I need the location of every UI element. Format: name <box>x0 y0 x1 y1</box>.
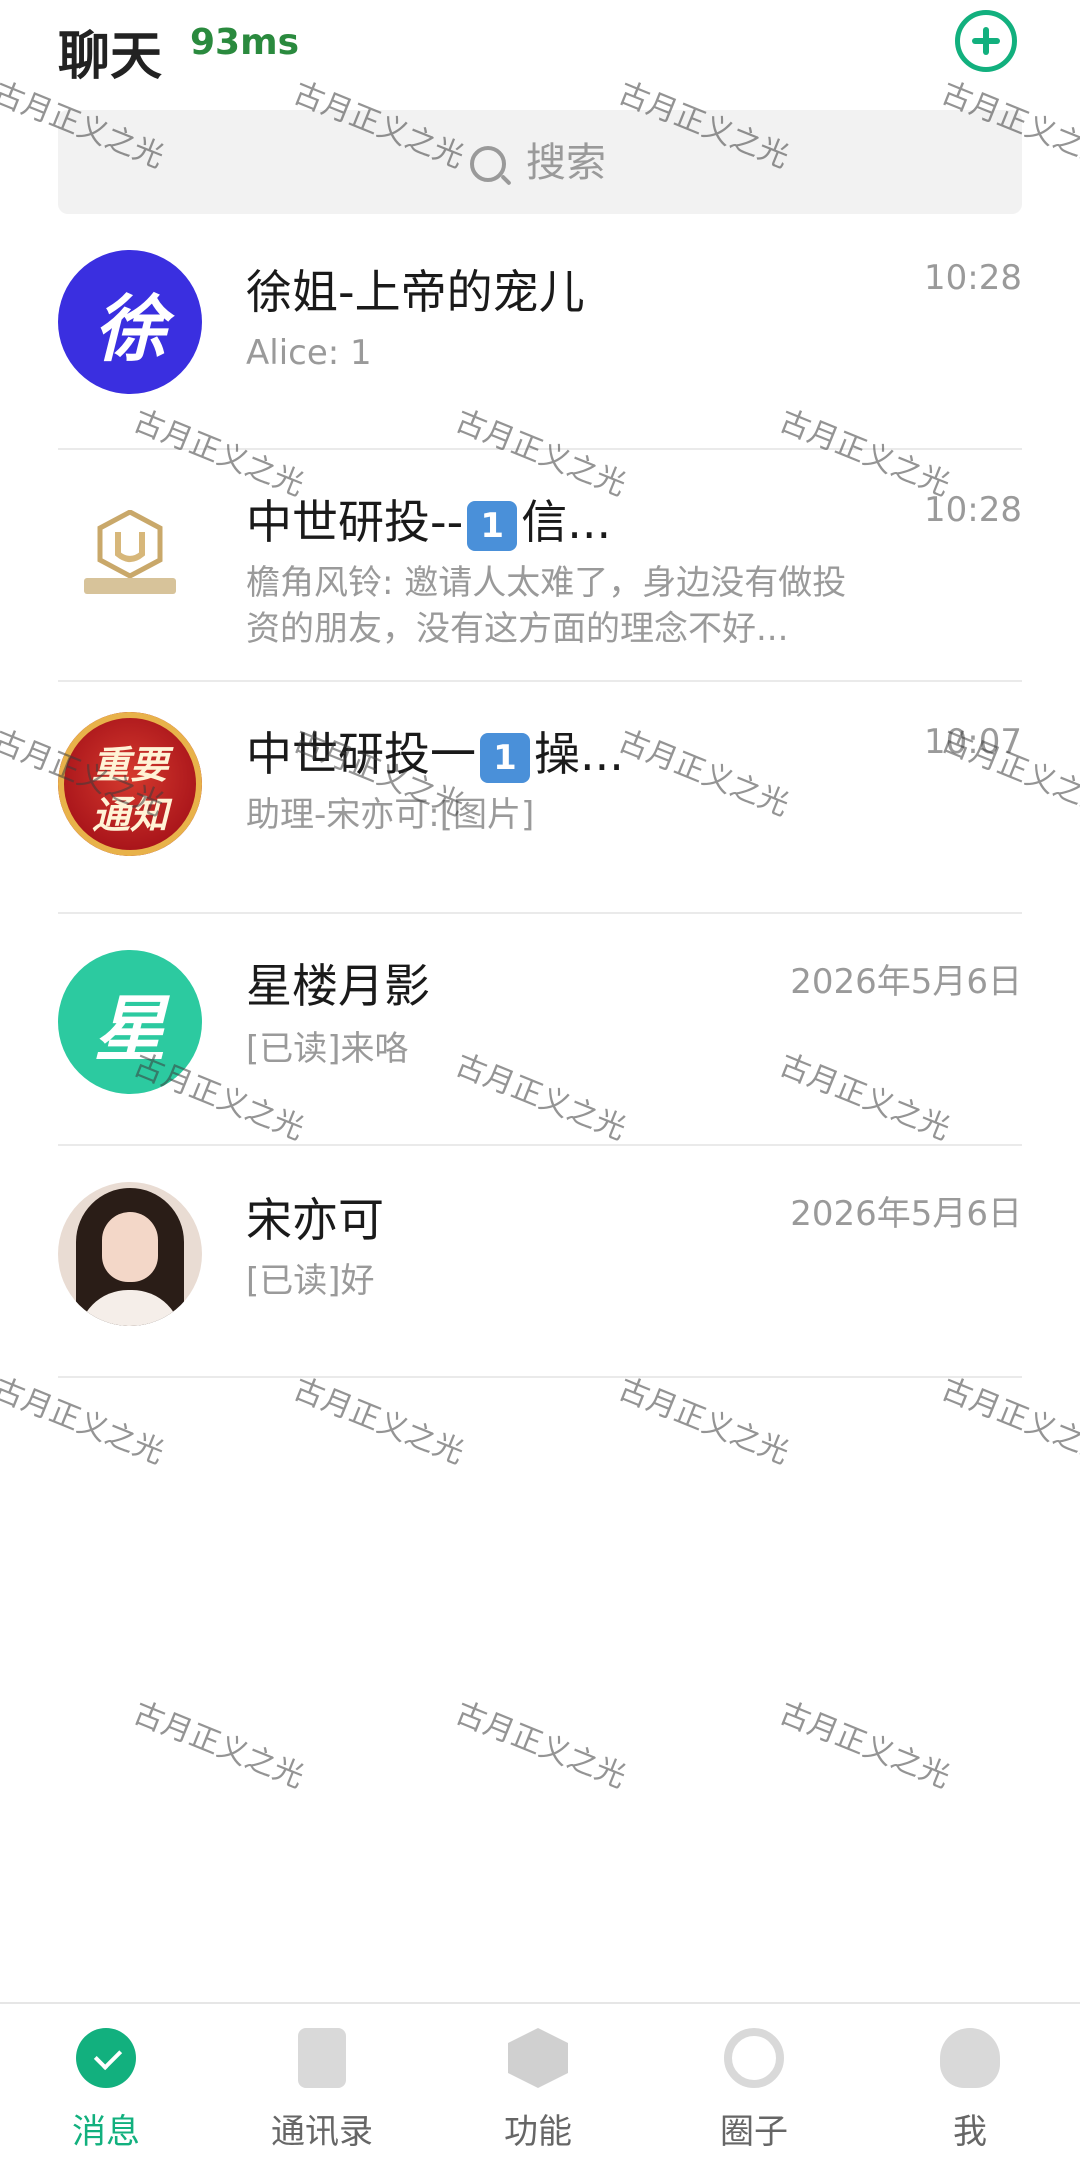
chat-item[interactable]: 中世研投-- 1 信... 10:28 檐角风铃: 邀请人太难了，身边没有做投资的朋… <box>0 450 1080 682</box>
chat-time: 2026年5月6日 <box>790 1194 1022 1234</box>
avatar-text-line1: 重要 <box>91 743 168 787</box>
watermark: 古月正义之光 <box>774 1695 955 1796</box>
avatar: 重要 通知 <box>58 712 202 856</box>
nav-label: 消息 <box>72 2112 140 2152</box>
chat-time: 2026年5月6日 <box>790 962 1022 1002</box>
chat-name: 徐姐-上帝的宠儿 <box>246 265 585 319</box>
chat-name: 星楼月影 <box>246 959 430 1013</box>
nav-label: 通讯录 <box>271 2112 373 2152</box>
chat-preview: Alice: 1 <box>246 333 372 373</box>
logo-text-mark <box>84 578 176 594</box>
chat-name: 中世研投-- 1 信... <box>246 495 612 551</box>
brand-logo-icon <box>97 510 163 578</box>
function-cube-icon <box>508 2028 568 2088</box>
avatar-initial: 徐 <box>93 286 166 371</box>
chat-name: 宋亦可 <box>246 1193 384 1247</box>
chat-preview: [已读]好 <box>246 1261 375 1301</box>
watermark: 古月正义之光 <box>936 1371 1080 1472</box>
chat-preview: 助理-宋亦可:[图片] <box>246 795 535 835</box>
message-icon <box>76 2028 136 2088</box>
chat-time: 10:28 <box>924 258 1022 298</box>
nav-tab-circles[interactable]: 圈子 <box>664 2028 844 2158</box>
chat-item[interactable]: 重要 通知 中世研投一 1 操... 10:07 助理-宋亦可:[图片] <box>0 682 1080 914</box>
chat-item[interactable]: 徐 徐姐-上帝的宠儿 10:28 Alice: 1 <box>0 218 1080 450</box>
watermark: 古月正义之光 <box>0 1371 169 1472</box>
chat-item[interactable]: 星 星楼月影 2026年5月6日 [已读]来咯 <box>0 914 1080 1146</box>
page-title: 聊天 <box>58 27 163 87</box>
chat-preview: 檐角风铃: 邀请人太难了，身边没有做投资的朋友，没有这方面的理念不好... <box>246 563 847 649</box>
nav-label: 圈子 <box>720 2112 788 2152</box>
profile-icon <box>940 2028 1000 2088</box>
search-bar[interactable] <box>58 110 1022 214</box>
avatar: 徐 <box>58 250 202 394</box>
search-input[interactable] <box>526 138 826 188</box>
search-icon <box>470 146 506 182</box>
divider <box>58 1376 1022 1378</box>
header: 聊天 93ms <box>0 0 1080 100</box>
latency-indicator: 93ms <box>190 22 300 63</box>
watermark: 古月正义之光 <box>128 1695 309 1796</box>
avatar-text-line2: 通知 <box>91 793 168 837</box>
chat-item[interactable]: 宋亦可 2026年5月6日 [已读]好 <box>0 1146 1080 1378</box>
avatar-initial: 星 <box>93 986 166 1071</box>
nav-tab-contacts[interactable]: 通讯录 <box>232 2028 412 2158</box>
avatar: 星 <box>58 950 202 1094</box>
add-chat-button[interactable] <box>955 10 1017 72</box>
nav-tab-me[interactable]: 我 <box>880 2028 1060 2158</box>
chat-name: 中世研投一 1 操... <box>246 727 624 783</box>
nav-tab-functions[interactable]: 功能 <box>448 2028 628 2158</box>
avatar <box>58 1182 202 1326</box>
chat-preview: [已读]来咯 <box>246 1029 409 1069</box>
avatar <box>58 480 202 624</box>
chat-time: 10:28 <box>924 490 1022 530</box>
watermark: 古月正义之光 <box>450 1695 631 1796</box>
watermark: 古月正义之光 <box>613 1371 794 1472</box>
number-badge: 1 <box>480 732 530 783</box>
watermark: 古月正义之光 <box>288 1371 469 1472</box>
chat-time: 10:07 <box>924 722 1022 762</box>
nav-label: 我 <box>953 2112 987 2152</box>
bottom-navigation: 消息 通讯录 功能 圈子 我 <box>0 2002 1080 2166</box>
contacts-icon <box>298 2028 346 2088</box>
circle-icon <box>724 2028 784 2088</box>
number-badge: 1 <box>467 500 518 551</box>
nav-label: 功能 <box>504 2112 572 2152</box>
nav-tab-messages[interactable]: 消息 <box>16 2028 196 2158</box>
